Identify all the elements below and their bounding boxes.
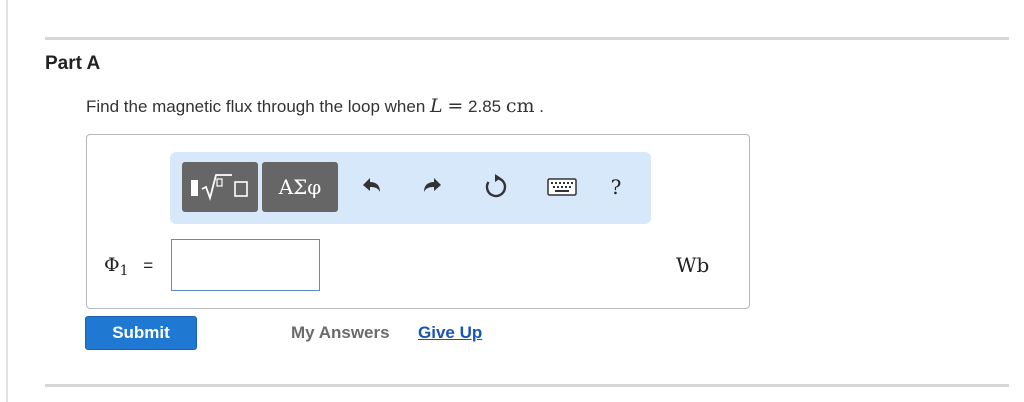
templates-radical-icon xyxy=(191,174,248,202)
greek-symbols-button[interactable]: ΑΣφ xyxy=(262,162,338,212)
answer-symbol: Φ xyxy=(104,254,120,276)
redo-button[interactable] xyxy=(414,164,450,210)
redo-icon xyxy=(424,178,441,192)
question-text: Find the magnetic flux through the loop … xyxy=(86,95,544,117)
keyboard-icon xyxy=(547,178,577,196)
question-equals: = xyxy=(447,95,464,117)
answer-unit: Wb xyxy=(676,253,710,277)
give-up-link[interactable]: Give Up xyxy=(418,323,482,343)
my-answers-label: My Answers xyxy=(291,323,390,342)
bottom-divider xyxy=(45,384,1009,387)
math-toolbar: ΑΣφ ? xyxy=(170,152,651,224)
keyboard-button[interactable] xyxy=(538,164,586,210)
answer-input[interactable] xyxy=(171,239,320,291)
part-title: Part A xyxy=(45,53,101,74)
question-suffix: . xyxy=(539,97,544,116)
reset-icon xyxy=(485,174,507,198)
question-unit: cm xyxy=(505,95,535,117)
answer-equals: = xyxy=(143,256,154,275)
templates-button[interactable] xyxy=(182,162,258,212)
undo-button[interactable] xyxy=(354,164,390,210)
question-variable: L xyxy=(430,95,443,117)
question-value: 2.85 xyxy=(468,97,502,116)
answer-variable-label: Φ1 = xyxy=(104,254,154,279)
top-divider xyxy=(45,37,1009,40)
help-button[interactable]: ? xyxy=(598,164,634,210)
question-prefix: Find the magnetic flux through the loop … xyxy=(86,97,426,116)
undo-icon xyxy=(363,178,380,192)
reset-button[interactable] xyxy=(478,164,514,210)
submit-button[interactable]: Submit xyxy=(85,316,197,350)
left-border xyxy=(6,0,8,402)
answer-subscript: 1 xyxy=(119,263,129,279)
